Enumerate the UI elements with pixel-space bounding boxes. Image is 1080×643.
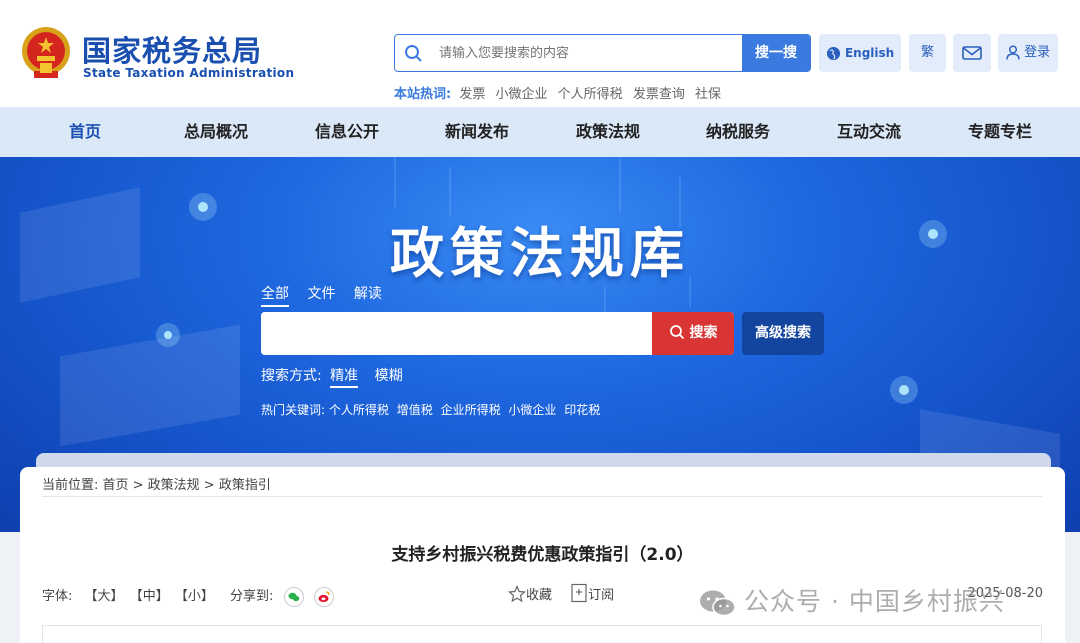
share-label: 分享到: [230,589,274,604]
hot-words-label: 本站热词: [394,87,452,102]
nav-item-special-topics[interactable]: 专题专栏 [935,107,1065,157]
mail-icon [962,45,982,60]
wechat-logo-icon [700,590,736,617]
site-search-input[interactable] [439,35,739,71]
search-icon [669,325,684,340]
search-icon [405,45,422,62]
breadcrumb-divider [42,496,1042,497]
policy-search: 搜索 [261,312,734,355]
globe-icon [826,46,840,61]
policy-search-button[interactable]: 搜索 [652,312,734,355]
wechat-share-icon[interactable] [283,586,304,607]
keyword-link[interactable]: 小微企业 [508,403,556,417]
login-label: 登录 [1024,45,1051,60]
article-body [42,625,1042,643]
site-title[interactable]: 国家税务总局 [82,28,262,70]
weibo-share-icon[interactable] [313,586,334,607]
advanced-search-button[interactable]: 高级搜索 [742,312,824,355]
site-header: 国家税务总局 State Taxation Administration 搜一搜… [0,0,1080,107]
nav-item-tax-service[interactable]: 纳税服务 [673,107,803,157]
policy-search-input[interactable] [261,312,651,355]
favorite-label: 收藏 [526,588,553,603]
nav-item-news[interactable]: 新闻发布 [412,107,542,157]
search-mode: 搜索方式: 精准 模糊 [261,365,415,388]
mode-fuzzy[interactable]: 模糊 [375,368,403,386]
site-search: 搜一搜 [394,34,811,72]
keyword-link[interactable]: 个人所得税 [329,403,389,417]
banner-title: 政策法规库 [390,221,690,285]
keyword-link[interactable]: 增值税 [397,403,433,417]
policy-search-label: 搜索 [689,325,718,341]
english-button[interactable]: English [819,34,901,72]
mode-exact[interactable]: 精准 [330,368,359,388]
traditional-chinese-button[interactable]: 繁 [909,34,946,72]
search-mode-label: 搜索方式: [261,368,322,384]
hot-word-link[interactable]: 社保 [695,87,721,102]
search-scope-tabs: 全部 文件 解读 [261,283,396,307]
nav-item-policy[interactable]: 政策法规 [543,107,673,157]
nav-item-interaction[interactable]: 互动交流 [804,107,934,157]
english-label: English [844,46,895,60]
national-emblem-icon [22,27,70,78]
keyword-link[interactable]: 企业所得税 [441,403,501,417]
font-medium-button[interactable]: 【中】 [130,589,169,604]
font-large-button[interactable]: 【大】 [85,589,124,604]
login-button[interactable]: 登录 [998,34,1058,72]
tab-interpretations[interactable]: 解读 [354,286,382,305]
subscribe-label: 订阅 [588,588,615,603]
favorite-button[interactable]: 收藏 [508,585,556,603]
nav-item-home[interactable]: 首页 [20,107,150,157]
subscribe-button[interactable]: 订阅 [570,583,615,603]
watermark: 公众号 · 中国乡村振兴 [698,582,1005,618]
nav-item-overview[interactable]: 总局概况 [151,107,281,157]
hot-word-link[interactable]: 个人所得税 [558,87,623,102]
hot-word-link[interactable]: 发票查询 [633,87,685,102]
mail-button[interactable] [953,34,991,72]
article-actions: 收藏 订阅 [508,583,628,603]
font-small-button[interactable]: 【小】 [175,589,214,604]
hot-word-link[interactable]: 小微企业 [496,87,548,102]
hot-word-link[interactable]: 发票 [459,87,485,102]
breadcrumb[interactable]: 当前位置: 首页 > 政策法规 > 政策指引 [42,474,271,493]
hot-keywords-label: 热门关键词: [261,403,326,417]
nav-item-disclosure[interactable]: 信息公开 [282,107,412,157]
watermark-text: 公众号 · 中国乡村振兴 [744,587,1005,616]
hot-words: 本站热词: 发票 小微企业 个人所得税 发票查询 社保 [394,83,727,102]
tab-documents[interactable]: 文件 [307,286,335,305]
main-nav: 首页 总局概况 信息公开 新闻发布 政策法规 纳税服务 互动交流 专题专栏 [0,107,1080,157]
subscribe-icon [571,583,587,603]
site-subtitle: State Taxation Administration [83,66,295,80]
user-icon [1006,45,1020,60]
hot-keywords: 热门关键词: 个人所得税 增值税 企业所得税 小微企业 印花税 [261,401,604,418]
tab-all[interactable]: 全部 [261,286,289,307]
font-size-label: 字体: [42,589,73,604]
article-tools: 字体: 【大】 【中】 【小】 分享到: [42,585,336,607]
star-icon [508,585,526,603]
keyword-link[interactable]: 印花税 [564,403,600,417]
article-title: 支持乡村振兴税费优惠政策指引（2.0） [391,545,694,565]
site-search-button[interactable]: 搜一搜 [742,35,810,71]
